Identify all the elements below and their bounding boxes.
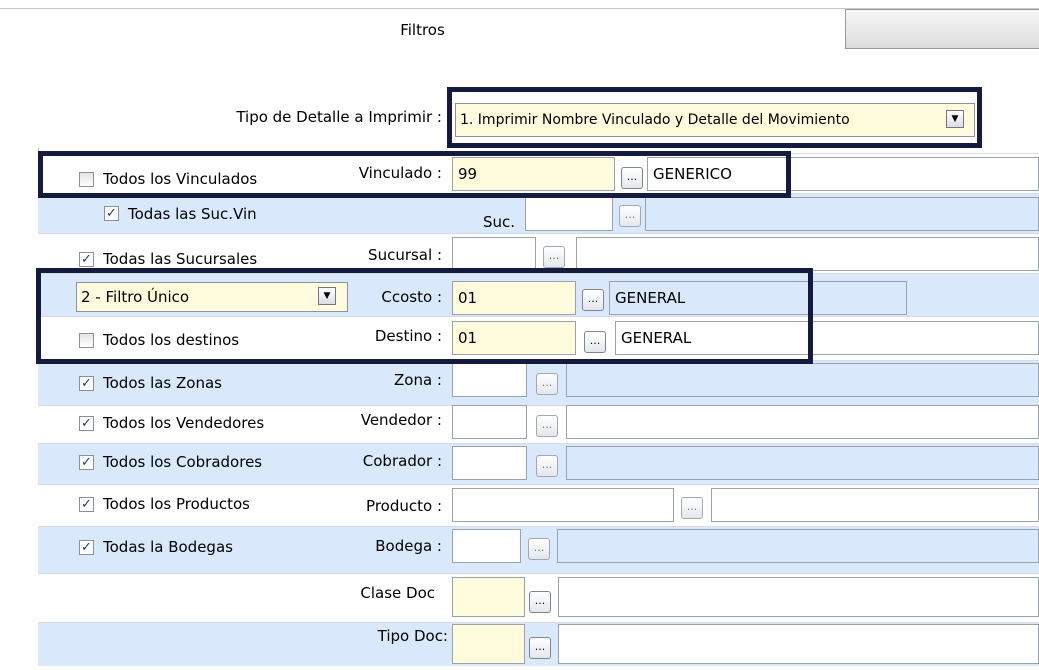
zona-name-field bbox=[566, 363, 1039, 397]
cobrador-label: Cobrador : bbox=[362, 452, 442, 470]
zona-code-input[interactable] bbox=[452, 363, 527, 397]
clase-doc-code-input[interactable] bbox=[452, 577, 525, 617]
checkbox-todas-bodegas[interactable]: ✓ bbox=[79, 540, 94, 555]
bodega-code-input[interactable] bbox=[452, 529, 521, 563]
checkbox-todas-sucursales[interactable]: ✓ bbox=[79, 252, 94, 267]
sucursal-label: Sucursal : bbox=[368, 246, 442, 264]
bodega-name-field bbox=[557, 529, 1039, 563]
todos-productos-label: Todos los Productos bbox=[103, 495, 250, 513]
producto-lookup-button[interactable]: ... bbox=[681, 497, 703, 519]
tipo-doc-name-field bbox=[558, 624, 1039, 664]
tipo-detalle-label: Tipo de Detalle a Imprimir : bbox=[236, 108, 442, 126]
cobrador-lookup-button[interactable]: ... bbox=[536, 455, 558, 477]
todos-vendedores-label: Todos los Vendedores bbox=[103, 414, 265, 432]
vendedor-name-field bbox=[566, 405, 1039, 439]
highlight-frame-ccosto-destino bbox=[36, 268, 813, 364]
suc-lookup-button[interactable]: ... bbox=[619, 205, 641, 227]
sucursal-name-field bbox=[576, 237, 1039, 271]
tipo-doc-code-input[interactable] bbox=[452, 624, 525, 664]
checkbox-todos-vendedores[interactable]: ✓ bbox=[79, 416, 94, 431]
todas-sucursales-label: Todas las Sucursales bbox=[103, 250, 258, 268]
cobrador-code-input[interactable] bbox=[452, 446, 527, 480]
producto-code-input[interactable] bbox=[452, 488, 674, 522]
checkbox-todos-productos[interactable]: ✓ bbox=[79, 497, 94, 512]
tipo-doc-lookup-button[interactable]: ... bbox=[529, 637, 551, 659]
todos-cobradores-label: Todos los Cobradores bbox=[103, 453, 263, 471]
checkbox-todos-cobradores[interactable]: ✓ bbox=[79, 455, 94, 470]
highlight-frame-vinculado bbox=[38, 151, 791, 198]
sucursal-code-input[interactable] bbox=[452, 237, 536, 271]
zona-label: Zona : bbox=[394, 371, 442, 389]
suc-code-input[interactable] bbox=[525, 197, 613, 231]
vendedor-code-input[interactable] bbox=[452, 405, 527, 439]
tipo-doc-label: Tipo Doc: bbox=[377, 627, 448, 645]
vendedor-lookup-button[interactable]: ... bbox=[536, 415, 558, 437]
vendedor-label: Vendedor : bbox=[360, 411, 442, 429]
bodega-label: Bodega : bbox=[375, 537, 442, 555]
checkbox-todas-suc-vin[interactable]: ✓ bbox=[104, 206, 119, 221]
producto-label: Producto : bbox=[366, 497, 442, 515]
clase-doc-label: Clase Doc bbox=[360, 584, 435, 602]
todas-zonas-label: Todos las Zonas bbox=[103, 374, 222, 392]
zona-lookup-button[interactable]: ... bbox=[536, 373, 558, 395]
todas-suc-vin-label: Todas las Suc.Vin bbox=[128, 205, 257, 223]
suc-name-field bbox=[645, 197, 1039, 231]
cobrador-name-field bbox=[566, 446, 1039, 480]
checkbox-todas-zonas[interactable]: ✓ bbox=[79, 376, 94, 391]
clase-doc-lookup-button[interactable]: ... bbox=[529, 591, 551, 613]
sucursal-lookup-button[interactable]: ... bbox=[543, 246, 565, 268]
todas-bodegas-label: Todas la Bodegas bbox=[103, 538, 233, 556]
clase-doc-name-field bbox=[558, 577, 1039, 617]
producto-name-field bbox=[711, 488, 1039, 522]
tab-secondary[interactable] bbox=[845, 9, 1039, 49]
tab-filtros-label: Filtros bbox=[400, 21, 445, 39]
highlight-frame-tipo-detalle bbox=[447, 87, 982, 148]
bodega-lookup-button[interactable]: ... bbox=[528, 538, 550, 560]
suc-label: Suc. bbox=[482, 213, 515, 231]
